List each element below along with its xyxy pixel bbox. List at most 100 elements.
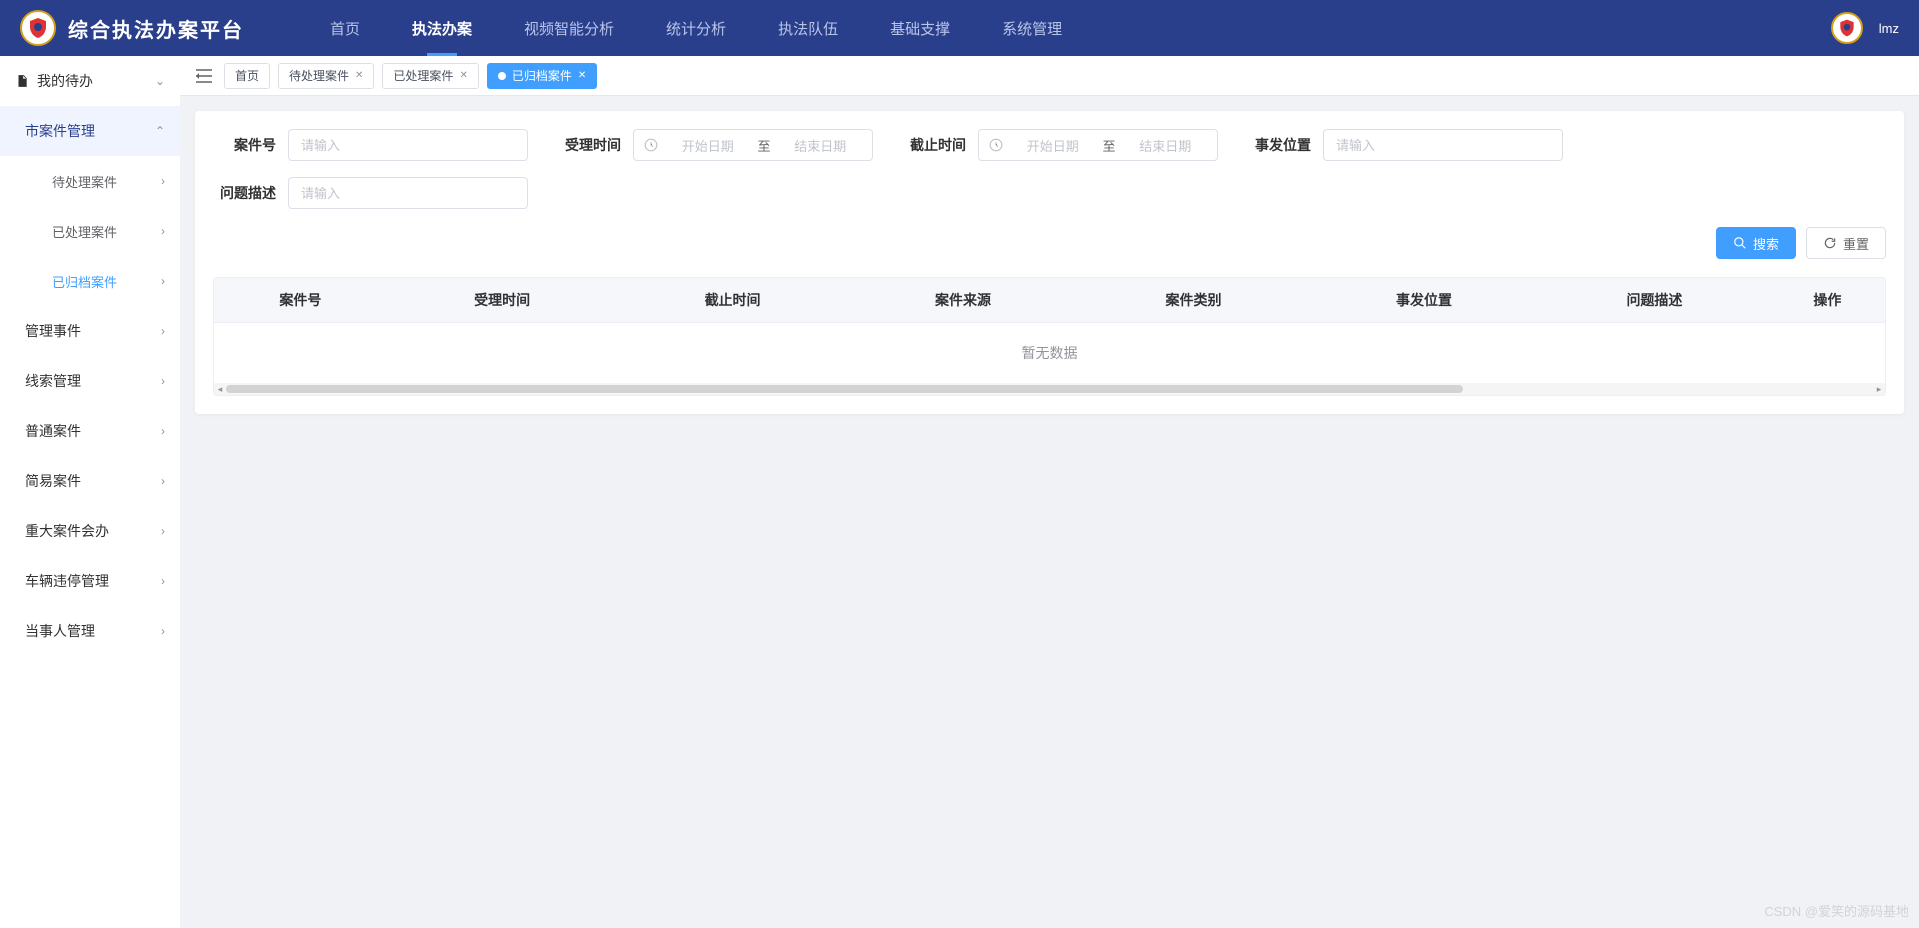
chevron-right-icon: ›	[161, 424, 165, 438]
scroll-right-icon[interactable]: ▸	[1873, 383, 1885, 395]
sidebar-label: 重大案件会办	[25, 521, 109, 541]
sidebar-label: 市案件管理	[25, 121, 95, 141]
nav-team[interactable]: 执法队伍	[752, 0, 864, 56]
accept-time-range[interactable]: 开始日期 至 结束日期	[633, 129, 873, 161]
chevron-down-icon: ⌄	[155, 74, 165, 88]
nav-support[interactable]: 基础支撑	[864, 0, 976, 56]
sidebar-item-simple-case[interactable]: 简易案件 ›	[0, 456, 180, 506]
sidebar-item-pending[interactable]: 待处理案件 ›	[0, 156, 180, 206]
date-start-placeholder: 开始日期	[666, 136, 750, 155]
form-item-deadline: 截止时间 开始日期 至 结束日期	[903, 129, 1218, 161]
col-source: 案件来源	[848, 278, 1078, 323]
sidebar-item-lead[interactable]: 线索管理 ›	[0, 356, 180, 406]
scroll-left-icon[interactable]: ◂	[214, 383, 226, 395]
col-location: 事发位置	[1309, 278, 1539, 323]
logo-badge	[20, 10, 56, 46]
sidebar-label: 待处理案件	[52, 172, 117, 191]
date-end-placeholder: 结束日期	[779, 136, 863, 155]
results-table: 案件号 受理时间 截止时间 案件来源 案件类别 事发位置 问题描述 操作	[213, 277, 1886, 396]
app-header: 综合执法办案平台 首页 执法办案 视频智能分析 统计分析 执法队伍 基础支撑 系…	[0, 0, 1919, 56]
refresh-icon	[1823, 236, 1837, 250]
col-action: 操作	[1770, 278, 1885, 323]
tab-pending[interactable]: 待处理案件 ✕	[278, 63, 374, 89]
sidebar-item-processed[interactable]: 已处理案件 ›	[0, 206, 180, 256]
sidebar-collapse-button[interactable]	[192, 64, 216, 88]
chevron-right-icon: ›	[161, 574, 165, 588]
chevron-right-icon: ›	[161, 224, 165, 238]
chevron-up-icon: ⌃	[155, 124, 165, 138]
chevron-right-icon: ›	[161, 174, 165, 188]
sidebar-label: 管理事件	[25, 321, 81, 341]
content-area: 案件号 受理时间 开始日期 至 结束日期 截止时间	[180, 96, 1919, 928]
deadline-range[interactable]: 开始日期 至 结束日期	[978, 129, 1218, 161]
empty-state: 暂无数据	[214, 323, 1885, 384]
case-no-input[interactable]	[288, 129, 528, 161]
tab-label: 首页	[235, 64, 259, 88]
chevron-right-icon: ›	[161, 624, 165, 638]
main-area: 首页 待处理案件 ✕ 已处理案件 ✕ 已归档案件 ✕ 案件号	[180, 56, 1919, 928]
avatar[interactable]	[1831, 12, 1863, 44]
tab-label: 已处理案件	[393, 64, 453, 88]
logo-area: 综合执法办案平台	[20, 10, 244, 46]
horizontal-scrollbar[interactable]: ◂ ▸	[214, 383, 1885, 395]
close-icon[interactable]: ✕	[355, 64, 363, 88]
desc-input[interactable]	[288, 177, 528, 209]
shield-icon	[1837, 18, 1857, 38]
search-button[interactable]: 搜索	[1716, 227, 1796, 259]
form-item-location: 事发位置	[1248, 129, 1563, 161]
nav-statistics[interactable]: 统计分析	[640, 0, 752, 56]
nav-system[interactable]: 系统管理	[976, 0, 1088, 56]
search-icon	[1733, 236, 1747, 250]
tab-archived[interactable]: 已归档案件 ✕	[487, 63, 597, 89]
chevron-right-icon: ›	[161, 324, 165, 338]
deadline-label: 截止时间	[903, 135, 978, 155]
sidebar-item-major-case[interactable]: 重大案件会办 ›	[0, 506, 180, 556]
col-accept-time: 受理时间	[387, 278, 617, 323]
nav-home[interactable]: 首页	[304, 0, 386, 56]
desc-label: 问题描述	[213, 183, 288, 203]
sidebar-label: 已归档案件	[52, 272, 117, 291]
sidebar-item-archived[interactable]: 已归档案件 ›	[0, 256, 180, 306]
search-button-label: 搜索	[1753, 234, 1779, 253]
nav-video-analysis[interactable]: 视频智能分析	[498, 0, 640, 56]
form-item-accept-time: 受理时间 开始日期 至 结束日期	[558, 129, 873, 161]
close-icon[interactable]: ✕	[578, 64, 586, 88]
tab-label: 待处理案件	[289, 64, 349, 88]
scrollbar-thumb[interactable]	[226, 385, 1463, 393]
sidebar-item-normal-case[interactable]: 普通案件 ›	[0, 406, 180, 456]
chevron-right-icon: ›	[161, 524, 165, 538]
close-icon[interactable]: ✕	[459, 64, 467, 88]
sidebar-item-my-todo[interactable]: 我的待办 ⌄	[0, 56, 180, 106]
reset-button[interactable]: 重置	[1806, 227, 1886, 259]
sidebar-label: 普通案件	[25, 421, 81, 441]
sidebar: 我的待办 ⌄ 市案件管理 ⌃ 待处理案件 › 已处理案件 › 已归档案件 › 管…	[0, 56, 180, 928]
sidebar-item-parking[interactable]: 车辆违停管理 ›	[0, 556, 180, 606]
tab-label: 已归档案件	[512, 64, 572, 88]
tab-home[interactable]: 首页	[224, 63, 270, 89]
nav-enforcement[interactable]: 执法办案	[386, 0, 498, 56]
location-input[interactable]	[1323, 129, 1563, 161]
col-desc: 问题描述	[1539, 278, 1769, 323]
sidebar-item-party[interactable]: 当事人管理 ›	[0, 606, 180, 656]
app-title: 综合执法办案平台	[68, 14, 244, 43]
form-item-desc: 问题描述	[213, 177, 528, 209]
form-item-case-no: 案件号	[213, 129, 528, 161]
clock-icon	[989, 138, 1003, 152]
chevron-right-icon: ›	[161, 274, 165, 288]
sidebar-item-city-case[interactable]: 市案件管理 ⌃	[0, 106, 180, 156]
active-dot-icon	[498, 72, 506, 80]
tab-processed[interactable]: 已处理案件 ✕	[382, 63, 478, 89]
search-form: 案件号 受理时间 开始日期 至 结束日期 截止时间	[213, 129, 1886, 209]
document-icon	[15, 74, 29, 88]
sidebar-label: 当事人管理	[25, 621, 95, 641]
chevron-right-icon: ›	[161, 374, 165, 388]
col-type: 案件类别	[1078, 278, 1308, 323]
sidebar-item-manage-event[interactable]: 管理事件 ›	[0, 306, 180, 356]
clock-icon	[644, 138, 658, 152]
col-case-no: 案件号	[214, 278, 387, 323]
table-header-row: 案件号 受理时间 截止时间 案件来源 案件类别 事发位置 问题描述 操作	[214, 278, 1885, 323]
user-name[interactable]: lmz	[1879, 21, 1899, 36]
location-label: 事发位置	[1248, 135, 1323, 155]
sidebar-label: 线索管理	[25, 371, 81, 391]
sidebar-label: 车辆违停管理	[25, 571, 109, 591]
